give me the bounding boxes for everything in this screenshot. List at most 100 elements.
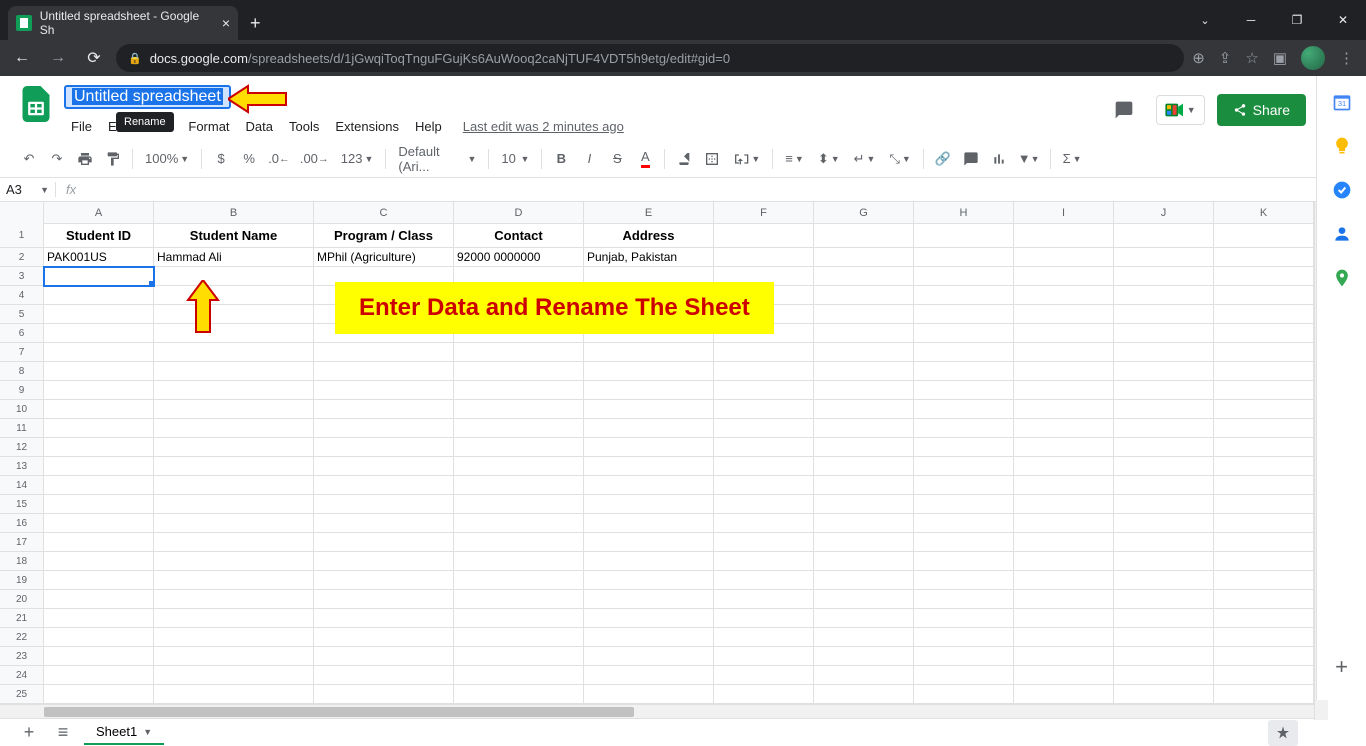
cell[interactable]: [44, 571, 154, 590]
cell[interactable]: [584, 495, 714, 514]
cell[interactable]: [454, 514, 584, 533]
cell[interactable]: [714, 343, 814, 362]
column-header[interactable]: I: [1014, 202, 1114, 223]
cell[interactable]: [1214, 514, 1314, 533]
row-header[interactable]: 25: [0, 685, 44, 704]
cell[interactable]: [1214, 343, 1314, 362]
cell[interactable]: [1014, 343, 1114, 362]
cell[interactable]: [1014, 381, 1114, 400]
cell[interactable]: [314, 647, 454, 666]
cell[interactable]: [1214, 647, 1314, 666]
cell[interactable]: [154, 324, 314, 343]
cell[interactable]: [914, 514, 1014, 533]
cell[interactable]: [584, 438, 714, 457]
cell[interactable]: [1214, 457, 1314, 476]
cell[interactable]: [714, 647, 814, 666]
cell[interactable]: [714, 248, 814, 267]
browser-tab[interactable]: Untitled spreadsheet - Google Sh ×: [8, 6, 238, 40]
cell[interactable]: [914, 343, 1014, 362]
cell[interactable]: [584, 609, 714, 628]
cell[interactable]: [44, 362, 154, 381]
cell[interactable]: [584, 666, 714, 685]
cell[interactable]: [454, 362, 584, 381]
cell[interactable]: [1214, 609, 1314, 628]
cell[interactable]: [714, 571, 814, 590]
cell[interactable]: [1014, 571, 1114, 590]
column-header[interactable]: A: [44, 202, 154, 223]
cell[interactable]: [1114, 343, 1214, 362]
sheet-tab[interactable]: Sheet1▼: [84, 720, 164, 745]
cell[interactable]: [1114, 647, 1214, 666]
cell[interactable]: [584, 400, 714, 419]
cell[interactable]: [584, 457, 714, 476]
cell[interactable]: [314, 438, 454, 457]
cell[interactable]: [714, 609, 814, 628]
cell[interactable]: [154, 647, 314, 666]
column-header[interactable]: D: [454, 202, 584, 223]
cell[interactable]: [1114, 514, 1214, 533]
font-size-select[interactable]: 10▼: [495, 151, 535, 166]
rotate-button[interactable]: ⤡▼: [883, 151, 916, 167]
row-header[interactable]: 24: [0, 666, 44, 685]
row-header[interactable]: 5: [0, 305, 44, 324]
cell[interactable]: [44, 495, 154, 514]
cell[interactable]: [814, 400, 914, 419]
cell[interactable]: [154, 286, 314, 305]
cell[interactable]: [1214, 628, 1314, 647]
strikethrough-button[interactable]: S: [604, 146, 630, 172]
cell[interactable]: [154, 514, 314, 533]
cell[interactable]: [1214, 438, 1314, 457]
cell[interactable]: [1114, 286, 1214, 305]
cell[interactable]: [154, 552, 314, 571]
cell[interactable]: [1014, 514, 1114, 533]
cell[interactable]: [314, 457, 454, 476]
cell[interactable]: [714, 590, 814, 609]
menu-help[interactable]: Help: [408, 115, 449, 138]
cell[interactable]: [914, 552, 1014, 571]
row-header[interactable]: 17: [0, 533, 44, 552]
cell[interactable]: [814, 571, 914, 590]
decrease-decimal-button[interactable]: .0←: [264, 146, 294, 172]
document-title-input[interactable]: Untitled spreadsheet: [64, 85, 231, 109]
h-align-button[interactable]: ≡▼: [779, 151, 810, 166]
calendar-icon[interactable]: 31: [1332, 92, 1352, 112]
cell[interactable]: [914, 438, 1014, 457]
cell[interactable]: Student Name: [154, 224, 314, 248]
zoom-select[interactable]: 100%▼: [139, 151, 195, 166]
cell[interactable]: [154, 305, 314, 324]
cell[interactable]: [44, 400, 154, 419]
new-tab-button[interactable]: +: [238, 6, 273, 40]
fill-color-button[interactable]: [671, 146, 697, 172]
cell[interactable]: [584, 343, 714, 362]
cell[interactable]: [1114, 438, 1214, 457]
cell[interactable]: [154, 476, 314, 495]
cell[interactable]: [814, 628, 914, 647]
cell[interactable]: [714, 362, 814, 381]
cell[interactable]: [454, 495, 584, 514]
row-header[interactable]: 19: [0, 571, 44, 590]
cell[interactable]: [454, 400, 584, 419]
text-color-button[interactable]: A: [632, 146, 658, 172]
cell[interactable]: [814, 419, 914, 438]
cell[interactable]: [44, 419, 154, 438]
bold-button[interactable]: B: [548, 146, 574, 172]
row-header[interactable]: 4: [0, 286, 44, 305]
cell[interactable]: [814, 533, 914, 552]
cell[interactable]: [714, 495, 814, 514]
cell[interactable]: [154, 362, 314, 381]
cell[interactable]: [454, 381, 584, 400]
row-header[interactable]: 13: [0, 457, 44, 476]
cell[interactable]: [914, 305, 1014, 324]
cell[interactable]: [1114, 666, 1214, 685]
cell[interactable]: [814, 685, 914, 704]
cell[interactable]: [1014, 267, 1114, 286]
cell[interactable]: [1014, 628, 1114, 647]
cell[interactable]: [314, 419, 454, 438]
back-button[interactable]: ←: [8, 44, 36, 72]
add-sheet-button[interactable]: +: [16, 720, 42, 746]
share-url-icon[interactable]: ⇪: [1219, 49, 1232, 67]
cell[interactable]: [154, 590, 314, 609]
cell[interactable]: [714, 224, 814, 248]
cell[interactable]: [914, 476, 1014, 495]
cell[interactable]: [914, 647, 1014, 666]
